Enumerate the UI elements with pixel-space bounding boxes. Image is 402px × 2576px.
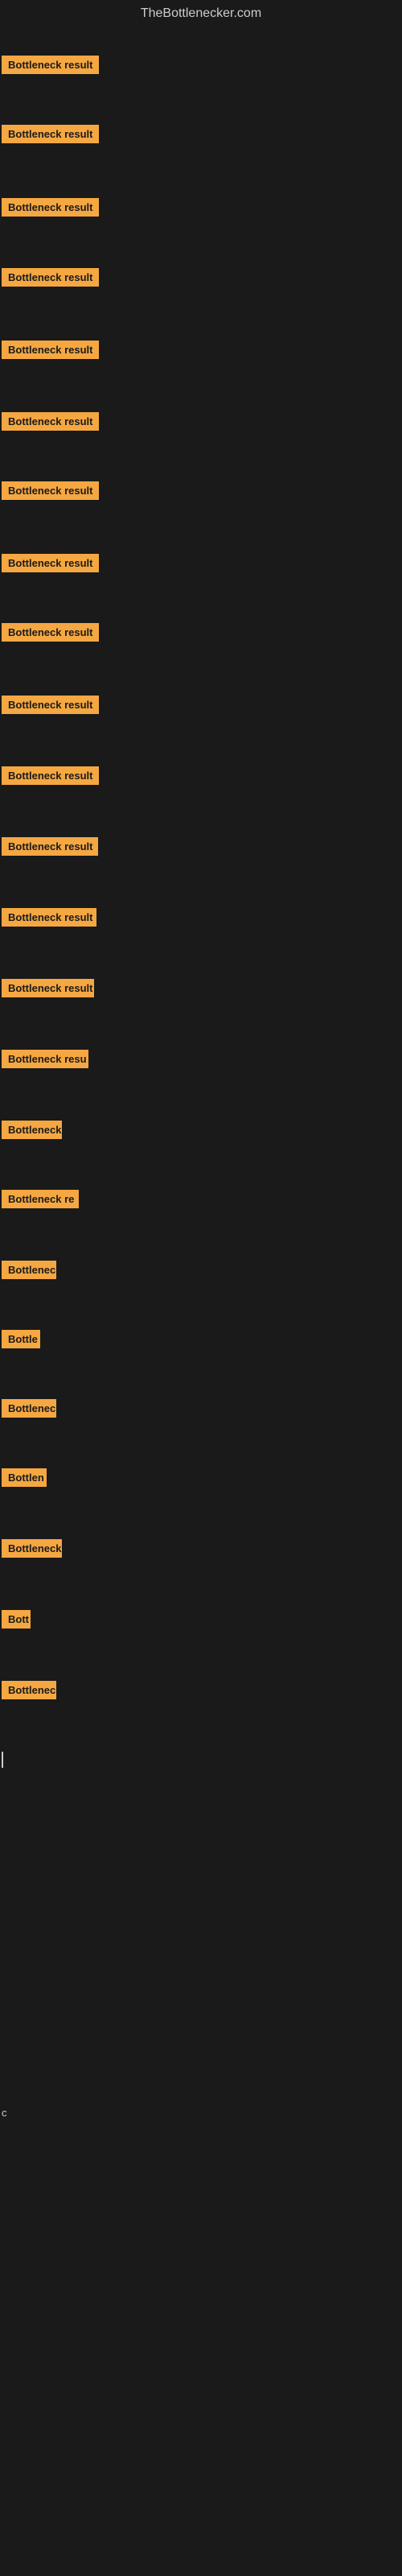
list-item: Bottleneck [0, 1533, 62, 1568]
list-item: Bott [0, 1604, 31, 1639]
list-item: Bottleneck result [0, 689, 99, 724]
site-title: TheBottlenecker.com [0, 0, 402, 27]
list-item: Bottleneck result [0, 547, 99, 583]
bottleneck-result-badge[interactable]: Bottleneck result [2, 56, 99, 74]
bottleneck-result-badge[interactable]: Bottlenec [2, 1681, 56, 1699]
list-item: Bottleneck result [0, 760, 99, 795]
bottleneck-result-badge[interactable]: Bottleneck result [2, 908, 96, 927]
list-item: Bottleneck result [0, 617, 99, 652]
bottleneck-result-badge[interactable]: Bottleneck result [2, 696, 99, 714]
bottleneck-result-badge[interactable]: Bottleneck result [2, 125, 99, 143]
list-item: Bottleneck result [0, 406, 99, 441]
bottleneck-result-badge[interactable]: Bottleneck [2, 1121, 62, 1139]
bottleneck-result-badge[interactable]: Bottleneck result [2, 412, 99, 431]
bottleneck-result-badge[interactable]: Bottle [2, 1330, 40, 1348]
bottleneck-result-badge[interactable]: Bottleneck resu [2, 1050, 88, 1068]
bottleneck-result-badge[interactable]: Bottleneck result [2, 198, 99, 217]
small-char-label: c [2, 2107, 7, 2119]
bottleneck-result-badge[interactable]: Bottleneck result [2, 623, 99, 642]
list-item: Bottleneck result [0, 262, 99, 297]
bottleneck-result-badge[interactable]: Bottleneck result [2, 837, 98, 856]
list-item: Bottleneck result [0, 334, 99, 369]
list-item: Bottlenec [0, 1393, 56, 1428]
list-item: Bottle [0, 1323, 40, 1359]
list-item: Bottlenec [0, 1254, 56, 1290]
list-item: Bottlenec [0, 1674, 56, 1710]
bottleneck-result-badge[interactable]: Bottlenec [2, 1261, 56, 1279]
bottleneck-result-badge[interactable]: Bottleneck re [2, 1190, 79, 1208]
list-item: Bottleneck result [0, 475, 99, 510]
list-item: Bottleneck [0, 1114, 62, 1150]
list-item: Bottleneck result [0, 49, 99, 85]
list-item: Bottleneck result [0, 831, 98, 866]
list-item: Bottleneck re [0, 1183, 79, 1219]
bottleneck-result-badge[interactable]: Bottlenec [2, 1399, 56, 1418]
bottleneck-result-badge[interactable]: Bottleneck result [2, 268, 99, 287]
bottleneck-result-badge[interactable]: Bottleneck [2, 1539, 62, 1558]
bottleneck-result-badge[interactable]: Bottlen [2, 1468, 47, 1487]
bottleneck-result-badge[interactable]: Bottleneck result [2, 979, 94, 997]
list-item [0, 1745, 3, 1778]
bottleneck-result-badge[interactable]: Bottleneck result [2, 766, 99, 785]
list-item: c [0, 2099, 7, 2127]
list-item: Bottleneck result [0, 972, 94, 1008]
list-item: Bottleneck resu [0, 1043, 88, 1079]
bottleneck-result-badge[interactable]: Bottleneck result [2, 481, 99, 500]
bottleneck-result-badge[interactable]: Bott [2, 1610, 31, 1629]
list-item: Bottlen [0, 1462, 47, 1497]
list-item: Bottleneck result [0, 192, 99, 227]
list-item: Bottleneck result [0, 902, 96, 937]
bottleneck-result-badge[interactable]: Bottleneck result [2, 341, 99, 359]
list-item: Bottleneck result [0, 118, 99, 154]
cursor-indicator [2, 1752, 3, 1768]
bottleneck-result-badge[interactable]: Bottleneck result [2, 554, 99, 572]
